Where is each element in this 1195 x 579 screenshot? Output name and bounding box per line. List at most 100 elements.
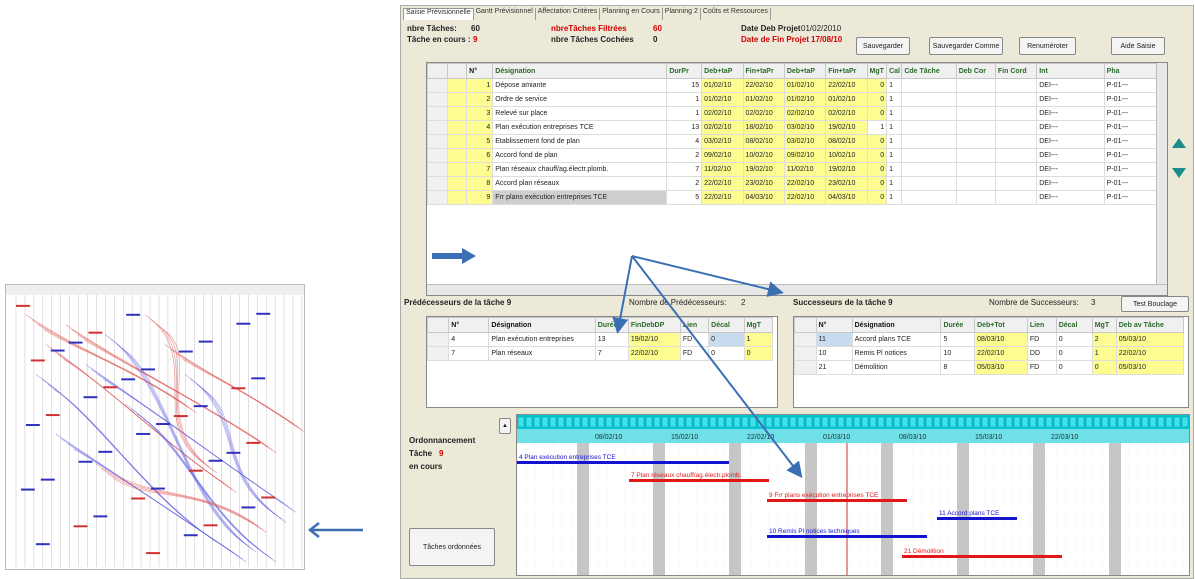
succ-col-header[interactable]: Deb av Tâche	[1115, 317, 1185, 333]
table-row[interactable]: 7 Plan réseaux chauff/ag.électr.plomb. 7 11…	[427, 162, 1158, 177]
table-cell[interactable]: 02/02/10	[742, 106, 785, 121]
table-cell[interactable]: 03/02/10	[701, 134, 744, 149]
gantt-zoom-button[interactable]: ▲	[499, 418, 511, 434]
pred-cell[interactable]: Plan exécution entreprises	[488, 332, 596, 347]
table-cell[interactable]: 15	[666, 78, 703, 93]
col-header[interactable]: Deb Cor	[955, 63, 996, 79]
table-row[interactable]: 3 Relevé sur place 1 02/02/10 02/02/10 02/02/…	[427, 106, 1158, 121]
pred-cell[interactable]: 19/02/10	[627, 332, 681, 347]
col-header[interactable]: DurPr	[666, 63, 703, 79]
table-cell[interactable]	[994, 176, 1038, 191]
table-cell[interactable]: P-01---	[1103, 162, 1158, 177]
table-cell[interactable]	[955, 120, 996, 135]
succ-cell[interactable]: 08/03/10	[974, 332, 1028, 347]
row-gutter[interactable]	[427, 134, 448, 149]
col-header[interactable]: Int	[1036, 63, 1105, 79]
succ-col-header[interactable]: Lien	[1026, 317, 1057, 333]
succ-cell[interactable]: Remis Pl notices	[851, 346, 942, 361]
table-cell[interactable]: 6	[466, 148, 494, 163]
table-cell[interactable]: Etablissement fond de plan	[492, 134, 668, 149]
task-grid-vscroll[interactable]	[1156, 63, 1167, 295]
table-cell[interactable]: 10/02/10	[825, 148, 868, 163]
table-cell[interactable]: Dépose amiante	[492, 78, 668, 93]
succ-cell[interactable]: FD	[1026, 332, 1057, 347]
pred-cell[interactable]: 7	[594, 346, 629, 361]
col-header[interactable]: MgT	[866, 63, 888, 79]
table-cell[interactable]	[901, 190, 957, 205]
pred-cell[interactable]: FD	[679, 346, 710, 361]
succ-cell[interactable]: Accord plans TCE	[851, 332, 942, 347]
row-gutter[interactable]	[427, 176, 448, 191]
table-cell[interactable]: 22/02/10	[742, 78, 785, 93]
table-cell[interactable]: DEI---	[1036, 78, 1105, 93]
table-cell[interactable]	[994, 190, 1038, 205]
table-cell[interactable]	[955, 176, 996, 191]
table-cell[interactable]: Frr plans exécution entreprises TCE	[492, 190, 668, 205]
succ-cell[interactable]: 1	[1091, 346, 1117, 361]
pred-cell[interactable]: 22/02/10	[627, 346, 681, 361]
table-cell[interactable]: DEI---	[1036, 120, 1105, 135]
taches-ordonnees-button[interactable]: Tâches ordonnées	[409, 528, 495, 566]
table-cell[interactable]: 1	[466, 78, 494, 93]
pred-col-header[interactable]: Durée	[594, 317, 629, 333]
col-header[interactable]: Pha	[1103, 63, 1158, 79]
table-cell[interactable]: 1	[666, 106, 703, 121]
pred-col-header[interactable]: Désignation	[488, 317, 596, 333]
renumber-button[interactable]: Renuméroter	[1019, 37, 1076, 55]
table-cell[interactable]: Accord fond de plan	[492, 148, 668, 163]
row-check[interactable]	[446, 148, 468, 163]
table-cell[interactable]: 4	[466, 120, 494, 135]
table-cell[interactable]	[994, 120, 1038, 135]
table-cell[interactable]	[901, 134, 957, 149]
table-cell[interactable]: 4	[666, 134, 703, 149]
table-cell[interactable]	[901, 162, 957, 177]
table-cell[interactable]: 5	[466, 134, 494, 149]
table-row[interactable]: 9 Frr plans exécution entreprises TCE 5 22/…	[427, 190, 1158, 205]
row-check[interactable]	[446, 176, 468, 191]
row-gutter[interactable]	[427, 148, 448, 163]
succ-col-header[interactable]: Deb+Tot	[974, 317, 1028, 333]
table-cell[interactable]	[955, 92, 996, 107]
row-check[interactable]	[446, 78, 468, 93]
pred-cell[interactable]: 13	[594, 332, 629, 347]
table-cell[interactable]	[901, 78, 957, 93]
pred-col-header[interactable]: Lien	[679, 317, 710, 333]
gantt-bar[interactable]	[517, 461, 729, 464]
table-cell[interactable]: 01/02/10	[783, 92, 827, 107]
table-cell[interactable]	[994, 92, 1038, 107]
row-check[interactable]	[446, 162, 468, 177]
succ-cell[interactable]: DD	[1026, 346, 1057, 361]
col-header[interactable]: Fin+taPr	[825, 63, 868, 79]
task-grid-hscroll[interactable]	[427, 284, 1167, 295]
table-cell[interactable]: 01/02/10	[783, 78, 827, 93]
succ-col-header[interactable]: MgT	[1091, 317, 1117, 333]
row-gutter[interactable]	[427, 162, 448, 177]
succ-cell[interactable]: 05/03/10	[1115, 332, 1185, 347]
table-cell[interactable]: 1	[886, 92, 903, 107]
table-cell[interactable]: 0	[866, 162, 888, 177]
table-cell[interactable]: 1	[886, 106, 903, 121]
table-cell[interactable]: DEI---	[1036, 176, 1105, 191]
table-cell[interactable]: DEI---	[1036, 148, 1105, 163]
table-cell[interactable]: 11/02/10	[783, 162, 827, 177]
pred-cell[interactable]: 7	[448, 346, 490, 361]
table-cell[interactable]: 08/02/10	[825, 134, 868, 149]
gantt-bar[interactable]	[767, 499, 907, 502]
table-cell[interactable]: 10/02/10	[742, 148, 785, 163]
table-cell[interactable]	[994, 148, 1038, 163]
help-button[interactable]: Aide Saisie	[1111, 37, 1165, 55]
table-cell[interactable]	[955, 78, 996, 93]
move-up-icon[interactable]	[1171, 136, 1187, 150]
table-cell[interactable]: 2	[666, 176, 703, 191]
table-cell[interactable]: 23/02/10	[825, 176, 868, 191]
succ-cell[interactable]: 8	[940, 360, 976, 375]
pred-cell[interactable]: FD	[679, 332, 710, 347]
table-cell[interactable]: 5	[666, 190, 703, 205]
move-down-icon[interactable]	[1171, 166, 1187, 180]
row-gutter[interactable]	[427, 346, 450, 361]
table-cell[interactable]: 1	[866, 120, 888, 135]
table-cell[interactable]: 0	[866, 78, 888, 93]
table-row[interactable]: 4 Plan exécution entreprises TCE 13 02/02/1…	[427, 120, 1158, 135]
pred-cell[interactable]: 0	[708, 346, 745, 361]
table-cell[interactable]	[955, 162, 996, 177]
